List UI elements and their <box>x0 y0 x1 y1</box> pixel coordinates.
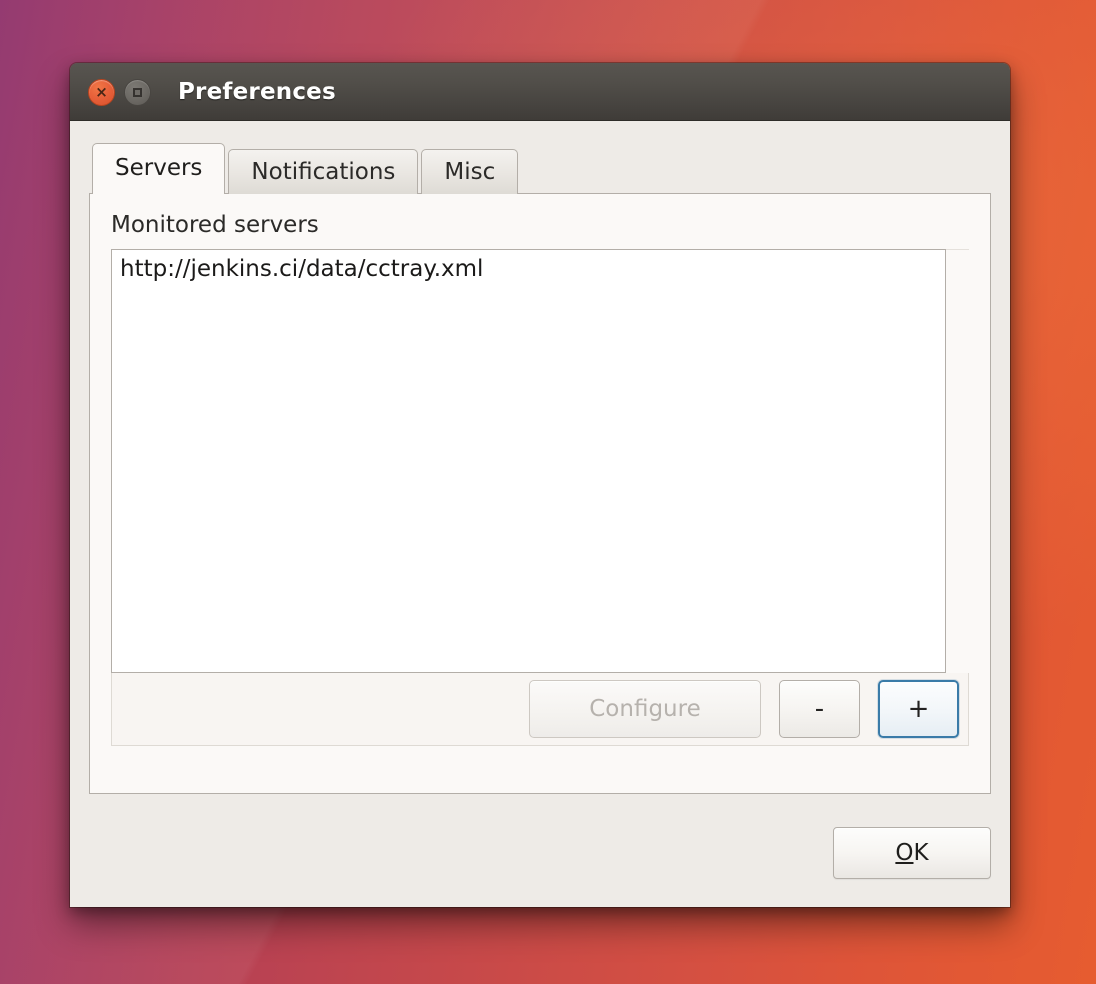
maximize-button[interactable] <box>124 79 151 106</box>
monitored-servers-label: Monitored servers <box>111 212 319 238</box>
plus-icon: + <box>907 694 930 724</box>
tab-servers[interactable]: Servers <box>92 143 226 194</box>
list-item[interactable]: http://jenkins.ci/data/cctray.xml <box>112 250 945 286</box>
dialog-action-row: OK <box>833 799 991 907</box>
ok-label-rest: K <box>913 840 929 866</box>
tab-misc[interactable]: Misc <box>421 149 519 194</box>
server-list-wrap: http://jenkins.ci/data/cctray.xml <box>111 249 969 673</box>
dialog-body: Servers Notifications Misc Monitored ser… <box>70 121 1010 907</box>
ok-button[interactable]: OK <box>833 827 991 879</box>
close-button[interactable]: × <box>88 79 115 106</box>
window-titlebar[interactable]: × Preferences <box>70 63 1010 121</box>
window-title: Preferences <box>178 79 336 105</box>
minus-icon: - <box>814 694 825 724</box>
preferences-window: × Preferences Servers Notifications Misc… <box>70 63 1010 907</box>
ok-label-mnemonic: O <box>895 840 914 866</box>
close-icon: × <box>95 83 108 101</box>
tab-strip: Servers Notifications Misc <box>89 143 991 194</box>
vertical-scrollbar[interactable] <box>946 249 969 673</box>
remove-server-button[interactable]: - <box>779 680 860 738</box>
maximize-icon <box>133 88 142 97</box>
tab-notifications[interactable]: Notifications <box>228 149 419 194</box>
server-list-toolbar: Configure - + <box>111 673 969 746</box>
configure-button[interactable]: Configure <box>529 680 761 738</box>
add-server-button[interactable]: + <box>878 680 959 738</box>
tab-panel-servers: Monitored servers http://jenkins.ci/data… <box>89 193 991 794</box>
server-list[interactable]: http://jenkins.ci/data/cctray.xml <box>111 249 946 673</box>
